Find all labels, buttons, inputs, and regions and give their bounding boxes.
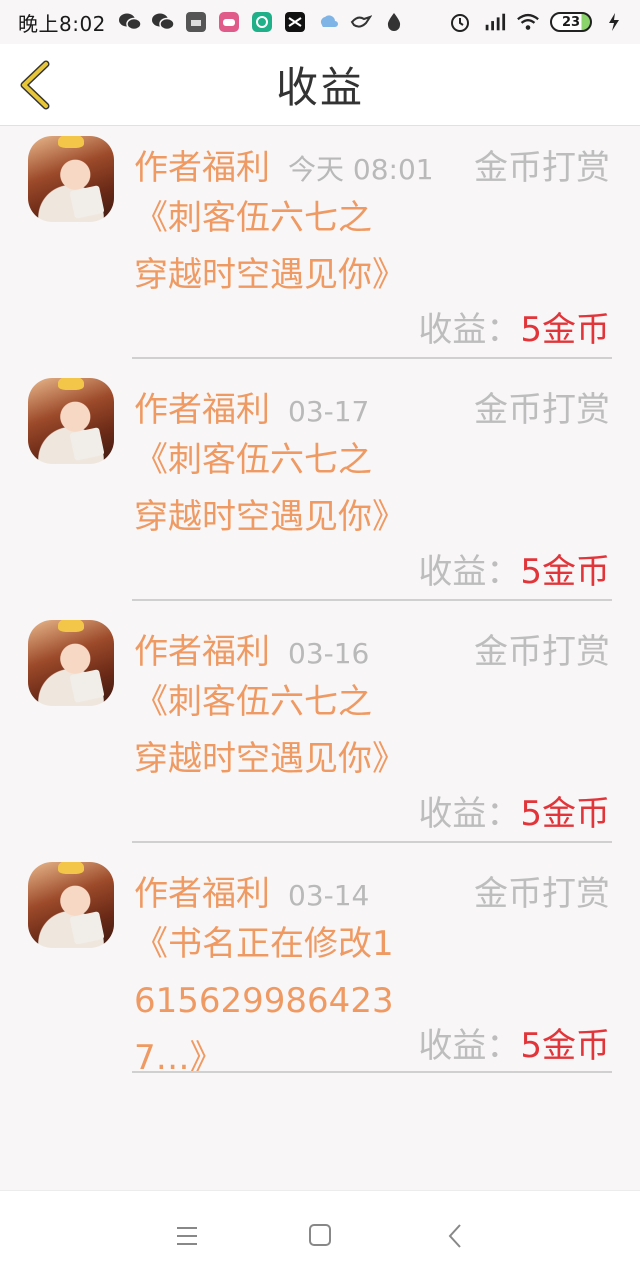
author-name: 作者福利 (134, 632, 270, 672)
income-label: 收益： (418, 552, 521, 592)
income-value: 5金币 (520, 310, 610, 350)
income-value: 5金币 (520, 552, 610, 592)
cloud-icon (316, 11, 340, 33)
list-item[interactable]: 作者福利 03-16 金币打赏 《刺客伍六七之穿越时空遇见你》 收益：5金币 (0, 610, 640, 852)
book-title: 《刺客伍六七之穿越时空遇见你》 (134, 682, 406, 779)
item-date: 今天 08:01 (288, 153, 434, 186)
author-name: 作者福利 (134, 148, 270, 188)
income-value: 5金币 (520, 794, 610, 834)
income-value: 5金币 (520, 1026, 610, 1066)
capcut-icon (283, 11, 307, 33)
income-text: 收益：5金币 (418, 544, 610, 593)
avatar (28, 378, 114, 464)
list-item[interactable]: 作者福利 03-14 金币打赏 《书名正在修改16156299864237…》 … (0, 852, 640, 1084)
reward-type: 金币打赏 (474, 148, 610, 188)
status-bar: 晚上8:02 23 (0, 0, 640, 44)
divider (132, 841, 612, 843)
home-square-icon (309, 1224, 331, 1246)
item-date: 03-14 (288, 879, 370, 912)
app-header: 收益 (0, 44, 640, 126)
back-nav-button[interactable] (438, 1221, 472, 1251)
system-nav-bar (0, 1190, 640, 1280)
battery-level: 23 (561, 14, 581, 30)
recents-button[interactable] (170, 1221, 204, 1251)
avatar (28, 136, 114, 222)
avatar (28, 620, 114, 706)
system-icons: 23 (448, 11, 626, 33)
book-title: 《刺客伍六七之穿越时空遇见你》 (134, 198, 406, 295)
income-list: 作者福利 今天 08:01 金币打赏 《刺客伍六七之穿越时空遇见你》 收益：5金… (0, 126, 640, 1078)
battery-icon: 23 (550, 12, 592, 32)
list-item[interactable]: 作者福利 03-17 金币打赏 《刺客伍六七之穿越时空遇见你》 收益：5金币 (0, 368, 640, 610)
app-icon (250, 11, 274, 33)
drop-icon (382, 11, 406, 33)
avatar (28, 862, 114, 948)
item-date: 03-16 (288, 637, 370, 670)
author-name: 作者福利 (134, 874, 270, 914)
back-triangle-icon (448, 1224, 461, 1248)
divider (132, 599, 612, 601)
home-button[interactable] (303, 1221, 337, 1251)
menu-icon (177, 1227, 197, 1245)
wechat-icon (151, 11, 175, 33)
back-button[interactable] (16, 60, 56, 110)
divider (132, 357, 612, 359)
wechat-icon (118, 11, 142, 33)
book-title: 《书名正在修改16156299864237…》 (134, 924, 394, 1078)
income-label: 收益： (418, 794, 521, 834)
list-item[interactable]: 作者福利 今天 08:01 金币打赏 《刺客伍六七之穿越时空遇见你》 收益：5金… (0, 126, 640, 368)
status-time: 晚上8:02 (18, 11, 106, 36)
income-text: 收益：5金币 (418, 302, 610, 351)
reward-type: 金币打赏 (474, 390, 610, 430)
page-title: 收益 (275, 63, 364, 112)
income-label: 收益： (418, 310, 521, 350)
item-date: 03-17 (288, 395, 370, 428)
income-text: 收益：5金币 (418, 786, 610, 835)
chevron-left-icon (20, 60, 50, 110)
reward-type: 金币打赏 (474, 632, 610, 672)
income-text: 收益：5金币 (418, 1018, 610, 1067)
book-title: 《刺客伍六七之穿越时空遇见你》 (134, 440, 406, 537)
charging-icon (602, 11, 626, 33)
wifi-icon (516, 11, 540, 33)
hd-signal-icon (482, 11, 506, 33)
game-icon (217, 11, 241, 33)
mi-icon (184, 11, 208, 33)
divider (132, 1071, 612, 1073)
alarm-icon (448, 11, 472, 33)
author-name: 作者福利 (134, 390, 270, 430)
income-label: 收益： (418, 1026, 521, 1066)
bird-icon (349, 11, 373, 33)
notification-icons (118, 11, 406, 33)
reward-type: 金币打赏 (474, 874, 610, 914)
